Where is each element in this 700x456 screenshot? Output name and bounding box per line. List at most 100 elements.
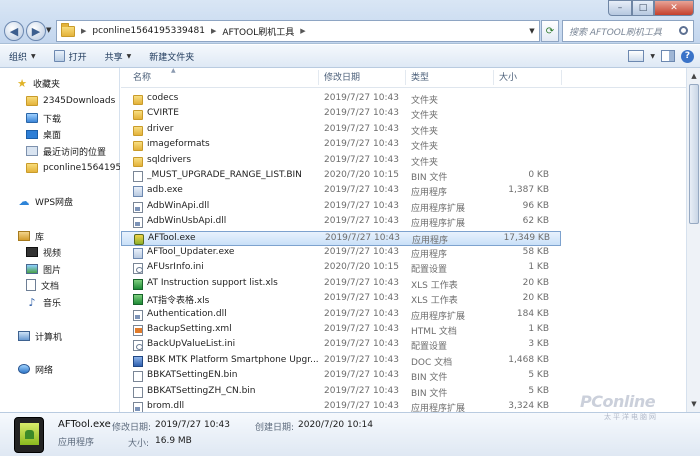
recent-pages-dropdown[interactable]: ▼ xyxy=(46,26,51,34)
xml-file-icon xyxy=(133,325,143,336)
pictures-icon xyxy=(26,264,38,274)
table-row[interactable]: AT Instruction support list.xls 2019/7/27… xyxy=(121,277,561,292)
organize-button[interactable]: 组织 ▼ xyxy=(0,50,45,63)
file-date: 2020/7/20 10:15 xyxy=(324,262,399,273)
table-row[interactable]: BackUpValueList.ini 2019/7/27 10:43 配置设置 3 … xyxy=(121,338,561,353)
breadcrumb-aftool[interactable]: AFTOOL刷机工具 xyxy=(222,25,294,38)
close-button[interactable]: ✕ xyxy=(654,0,694,16)
breadcrumb-separator-icon[interactable]: ▶ xyxy=(211,27,216,35)
address-dropdown[interactable]: ▼ xyxy=(525,27,539,35)
file-name: AdbWinUsbApi.dll xyxy=(147,216,227,227)
share-button[interactable]: 共享 ▼ xyxy=(96,50,141,63)
folder-file-icon xyxy=(133,95,143,105)
table-row[interactable]: _MUST_UPGRADE_RANGE_LIST.BIN 2020/7/20 10… xyxy=(121,169,561,184)
file-type: 文件夹 xyxy=(411,142,439,153)
back-button[interactable]: ◀ xyxy=(4,21,24,41)
file-name: BackUpValueList.ini xyxy=(147,339,236,350)
sidebar-label: 图片 xyxy=(43,265,62,276)
scroll-down-button[interactable]: ▼ xyxy=(688,397,700,411)
folder-icon xyxy=(61,22,75,37)
file-date: 2019/7/27 10:43 xyxy=(324,339,399,350)
minimize-button[interactable]: – xyxy=(608,0,632,16)
new-folder-button[interactable]: 新建文件夹 xyxy=(140,50,203,63)
table-row[interactable]: AdbWinApi.dll 2019/7/27 10:43 应用程序扩展 96 KB xyxy=(121,200,561,215)
music-icon: ♪ xyxy=(28,295,36,309)
sidebar-label: 音乐 xyxy=(43,298,62,309)
column-divider[interactable] xyxy=(561,70,562,85)
file-name: BBK MTK Platform Smartphone Upgr... xyxy=(147,354,319,365)
table-row[interactable]: BBK MTK Platform Smartphone Upgr... 2019/… xyxy=(121,354,561,369)
search-icon xyxy=(679,26,688,35)
table-row[interactable]: AFTool.exe 2019/7/27 10:43 应用程序 17,349 KB xyxy=(121,230,561,246)
breadcrumb-pconline[interactable]: pconline1564195339481 xyxy=(92,26,205,36)
maximize-button[interactable]: □ xyxy=(632,0,654,16)
sidebar-item-pconline[interactable]: pconline15641953 xyxy=(26,160,120,176)
file-date: 2019/7/27 10:43 xyxy=(324,308,399,319)
doc-file-icon xyxy=(133,355,143,367)
help-icon[interactable]: ? xyxy=(681,49,694,63)
sidebar-label: 收藏夹 xyxy=(33,79,61,90)
sidebar-item-wps-cloud[interactable]: ☁ WPS网盘 xyxy=(18,193,138,209)
table-row[interactable]: adb.exe 2019/7/27 10:43 应用程序 1,387 KB xyxy=(121,184,561,199)
file-date: 2019/7/27 10:43 xyxy=(324,154,399,165)
file-name: driver xyxy=(147,123,174,134)
star-icon: ★ xyxy=(17,76,27,90)
breadcrumb-separator-icon[interactable]: ▶ xyxy=(81,27,86,35)
table-row[interactable]: BackupSetting.xml 2019/7/27 10:43 HTML 文档 1… xyxy=(121,323,561,338)
title-bar: – □ ✕ ◀ ▶ ▼ ▶ pconline1564195339481 ▶ AF… xyxy=(0,0,700,44)
sidebar-item-computer[interactable]: 计算机 xyxy=(18,328,138,344)
column-divider[interactable] xyxy=(405,70,406,85)
table-row[interactable]: AFTool_Updater.exe 2019/7/27 10:43 应用程序 58 … xyxy=(121,246,561,261)
breadcrumb-separator-icon[interactable]: ▶ xyxy=(300,27,305,35)
address-bar[interactable]: ▶ pconline1564195339481 ▶ AFTOOL刷机工具 ▶ ▼ xyxy=(56,20,540,42)
refresh-icon: ⟳ xyxy=(545,25,555,37)
sidebar-label: 2345Downloads xyxy=(43,96,116,106)
sidebar-item-network[interactable]: 网络 xyxy=(18,361,138,377)
table-row[interactable]: AT指令表格.xls 2019/7/27 10:43 XLS 工作表 20 KB xyxy=(121,292,561,307)
search-input[interactable]: 搜索 AFTOOL刷机工具 xyxy=(562,20,694,42)
share-label: 共享 xyxy=(104,52,123,63)
table-row[interactable]: codecs 2019/7/27 10:43 文件夹 xyxy=(121,92,561,107)
column-header-type[interactable]: 类型 xyxy=(411,71,429,87)
search-placeholder: 搜索 AFTOOL刷机工具 xyxy=(569,27,662,38)
video-icon xyxy=(26,247,38,257)
dll-file-icon xyxy=(133,217,143,229)
file-name: _MUST_UPGRADE_RANGE_LIST.BIN xyxy=(147,170,302,180)
forward-button[interactable]: ▶ xyxy=(26,21,46,41)
table-row[interactable]: Authentication.dll 2019/7/27 10:43 应用程序扩展 1… xyxy=(121,308,561,323)
table-row[interactable]: AdbWinUsbApi.dll 2019/7/27 10:43 应用程序扩展 62 … xyxy=(121,215,561,230)
aftool-app-icon xyxy=(14,417,44,453)
open-button[interactable]: 打开 xyxy=(45,50,96,63)
bin-file-icon xyxy=(133,371,143,383)
file-type: 文件夹 xyxy=(411,157,439,168)
change-view-icon[interactable] xyxy=(628,50,645,62)
file-name: AdbWinApi.dll xyxy=(147,200,210,211)
vertical-scrollbar[interactable]: ▲ ▼ xyxy=(686,68,700,412)
scroll-up-button[interactable]: ▲ xyxy=(688,69,700,83)
column-divider[interactable] xyxy=(318,70,319,85)
refresh-button[interactable]: ⟳ xyxy=(541,20,559,42)
scrollbar-thumb[interactable] xyxy=(689,84,699,224)
file-name: imageformats xyxy=(147,139,210,150)
file-date: 2019/7/27 10:43 xyxy=(324,401,399,411)
sidebar-item-libraries[interactable]: 库 xyxy=(18,228,138,244)
file-date: 2019/7/27 10:43 xyxy=(324,385,399,396)
column-header-name[interactable]: 名称 xyxy=(133,71,151,87)
table-row[interactable]: imageformats 2019/7/27 10:43 文件夹 xyxy=(121,138,561,153)
chevron-down-icon[interactable]: ▼ xyxy=(650,53,655,60)
table-row[interactable]: BBKATSettingZH_CN.bin 2019/7/27 10:43 BIN … xyxy=(121,385,561,400)
table-row[interactable]: BBKATSettingEN.bin 2019/7/27 10:43 BIN 文件 5… xyxy=(121,369,561,384)
column-divider[interactable] xyxy=(493,70,494,85)
preview-pane-icon[interactable] xyxy=(661,50,675,62)
table-row[interactable]: sqldrivers 2019/7/27 10:43 文件夹 xyxy=(121,154,561,169)
table-row[interactable]: driver 2019/7/27 10:43 文件夹 xyxy=(121,123,561,138)
column-header-size[interactable]: 大小 xyxy=(499,71,517,87)
file-date: 2019/7/27 10:43 xyxy=(324,354,399,365)
sidebar-item-favorites[interactable]: ★ 收藏夹 xyxy=(16,75,136,91)
details-created-value: 2020/7/20 10:14 xyxy=(298,420,373,430)
table-row[interactable]: AFUsrInfo.ini 2020/7/20 10:15 配置设置 1 KB xyxy=(121,261,561,276)
ini-file-icon xyxy=(133,263,143,275)
table-row[interactable]: CVIRTE 2019/7/27 10:43 文件夹 xyxy=(121,107,561,122)
file-name: AT指令表格.xls xyxy=(147,296,210,307)
column-header-date[interactable]: 修改日期 xyxy=(324,71,360,87)
